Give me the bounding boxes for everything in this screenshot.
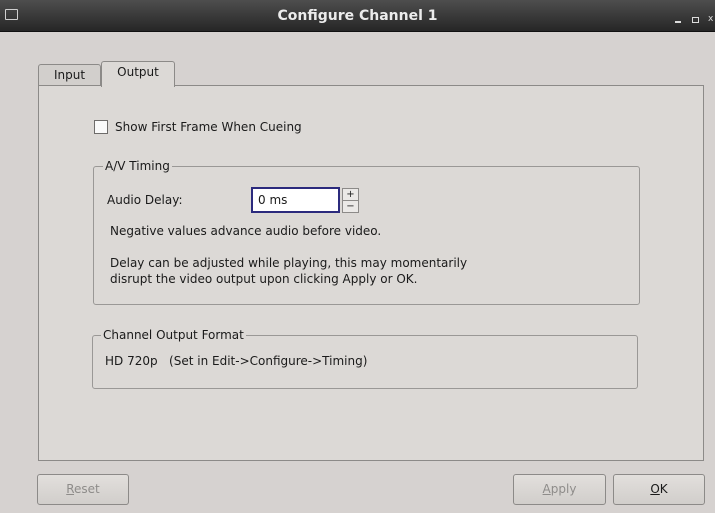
apply-button[interactable]: Apply <box>513 474 606 505</box>
av-timing-legend: A/V Timing <box>103 159 172 173</box>
window-title: Configure Channel 1 <box>277 8 438 24</box>
audio-delay-input[interactable]: 0 ms <box>251 187 340 213</box>
apply-label-rest: pply <box>550 482 577 496</box>
show-first-frame-checkbox[interactable] <box>94 120 108 134</box>
tab-output[interactable]: Output <box>101 61 175 87</box>
stepper-decrement-button[interactable]: − <box>343 201 358 213</box>
delay-note-line1: Delay can be adjusted while playing, thi… <box>110 256 468 270</box>
audio-delay-stepper[interactable]: + − <box>342 188 359 213</box>
tab-input[interactable]: Input <box>38 64 101 86</box>
ok-label-rest: K <box>659 482 668 496</box>
show-first-frame-label[interactable]: Show First Frame When Cueing <box>115 120 302 135</box>
audio-delay-label: Audio Delay: <box>107 193 183 207</box>
close-button[interactable]: x <box>708 16 715 23</box>
maximize-button[interactable] <box>692 17 699 23</box>
delay-note-line2: disrupt the video output upon clicking A… <box>110 272 418 286</box>
channel-output-format-legend: Channel Output Format <box>101 328 246 342</box>
reset-label-rest: eset <box>74 482 100 496</box>
minimize-button[interactable] <box>675 21 681 23</box>
negative-values-note: Negative values advance audio before vid… <box>110 224 382 238</box>
reset-button[interactable]: Reset <box>37 474 129 505</box>
title-bar: Configure Channel 1 x <box>0 0 715 32</box>
ok-mnemonic: O <box>650 482 660 496</box>
apply-mnemonic: A <box>542 482 551 496</box>
reset-mnemonic: R <box>66 482 75 496</box>
stepper-increment-button[interactable]: + <box>343 189 358 201</box>
channel-output-format-value: HD 720p (Set in Edit->Configure->Timing) <box>105 354 368 368</box>
ok-button[interactable]: OK <box>613 474 705 505</box>
